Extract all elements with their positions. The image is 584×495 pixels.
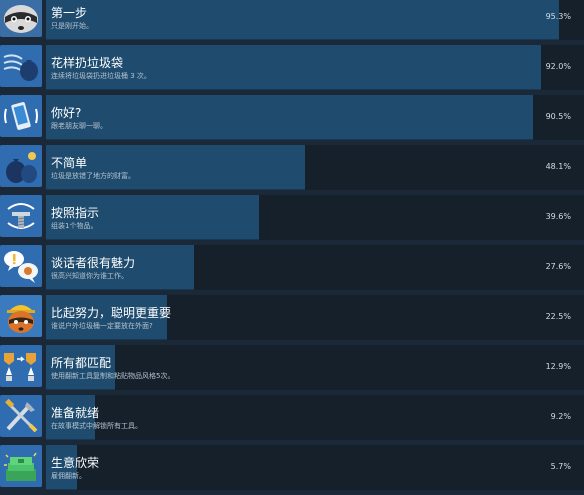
achievement-title: 花样扔垃圾袋 <box>51 56 124 70</box>
tools-icon <box>0 395 42 437</box>
achievement-title: 所有都匹配 <box>51 356 112 370</box>
progress-track <box>46 395 584 440</box>
trash-bag-throw-icon <box>0 45 42 87</box>
trash-bag-icon <box>0 145 42 187</box>
raccoon-icon <box>0 0 42 37</box>
achievement-row[interactable]: 生意欣荣 雇佣翻新。 5.7% <box>0 445 584 490</box>
speech-bubble-icon <box>0 245 42 287</box>
achievement-row[interactable]: 你好? 跟老朋友聊一聊。 90.5% <box>0 95 584 140</box>
achievement-title: 生意欣荣 <box>51 456 100 470</box>
unlock-percentage: 9.2% <box>550 412 571 421</box>
achievement-row[interactable]: 谈话者很有魅力 很高兴知道你为谁工作。 27.6% <box>0 245 584 290</box>
progress-track <box>46 45 584 90</box>
achievement-row[interactable]: 比起努力，聪明更重要 谁说户外垃圾桶一定要放在外面? 22.5% <box>0 295 584 340</box>
unlock-percentage: 90.5% <box>545 112 571 121</box>
achievement-description: 使用翻新工具复制和粘贴物品风格5次。 <box>51 372 175 380</box>
achievement-title: 按照指示 <box>51 206 100 220</box>
progress-track <box>46 145 584 190</box>
achievement-description: 垃圾是放错了地方的财富。 <box>51 172 135 180</box>
money-stack-icon <box>0 445 42 487</box>
screw-icon <box>0 195 42 237</box>
achievement-row[interactable]: 花样扔垃圾袋 连续将垃圾袋扔进垃圾桶 3 次。 92.0% <box>0 45 584 90</box>
unlock-percentage: 27.6% <box>545 262 571 271</box>
achievement-description: 在故事模式中解锁所有工具。 <box>51 422 142 430</box>
progress-track <box>46 195 584 240</box>
unlock-percentage: 12.9% <box>545 362 571 371</box>
achievement-title: 准备就绪 <box>51 406 100 420</box>
achievement-description: 雇佣翻新。 <box>51 472 86 480</box>
achievement-list: 第一步 只是刚开始。 95.3% 花样扔垃圾袋 连续将垃圾袋扔进垃圾桶 3 次。… <box>0 0 584 495</box>
achievement-row[interactable]: 所有都匹配 使用翻新工具复制和粘贴物品风格5次。 12.9% <box>0 345 584 390</box>
progress-track <box>46 445 584 490</box>
achievement-row[interactable]: 准备就绪 在故事模式中解锁所有工具。 9.2% <box>0 395 584 440</box>
achievement-title: 谈话者很有魅力 <box>51 256 136 270</box>
progress-track <box>46 0 584 40</box>
unlock-percentage: 48.1% <box>545 162 571 171</box>
achievement-row[interactable]: 第一步 只是刚开始。 95.3% <box>0 0 584 40</box>
progress-fill <box>46 95 533 140</box>
achievement-row[interactable]: 不简单 垃圾是放错了地方的财富。 48.1% <box>0 145 584 190</box>
progress-track <box>46 345 584 390</box>
progress-track <box>46 95 584 140</box>
achievement-description: 连续将垃圾袋扔进垃圾桶 3 次。 <box>51 72 151 80</box>
progress-fill <box>46 0 559 40</box>
achievement-title: 不简单 <box>51 156 88 170</box>
achievement-description: 跟老朋友聊一聊。 <box>51 122 107 130</box>
unlock-percentage: 22.5% <box>545 312 571 321</box>
phone-icon <box>0 95 42 137</box>
unlock-percentage: 39.6% <box>545 212 571 221</box>
achievement-title: 比起努力，聪明更重要 <box>51 306 172 320</box>
achievement-row[interactable]: 按照指示 组装1个物品。 39.6% <box>0 195 584 240</box>
achievement-description: 组装1个物品。 <box>51 222 98 230</box>
achievement-description: 谁说户外垃圾桶一定要放在外面? <box>51 322 153 330</box>
paint-match-icon <box>0 345 42 387</box>
unlock-percentage: 95.3% <box>545 12 571 21</box>
unlock-percentage: 92.0% <box>545 62 571 71</box>
achievement-description: 只是刚开始。 <box>51 22 93 30</box>
achievement-description: 很高兴知道你为谁工作。 <box>51 272 128 280</box>
unlock-percentage: 5.7% <box>550 462 571 471</box>
achievement-title: 你好? <box>51 106 82 120</box>
worker-raccoon-icon <box>0 295 42 337</box>
achievement-title: 第一步 <box>51 6 88 20</box>
